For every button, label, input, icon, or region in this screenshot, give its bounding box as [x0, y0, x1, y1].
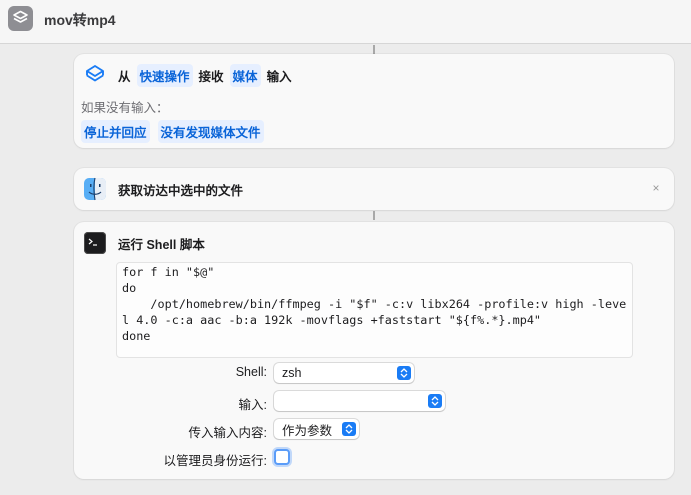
pass-input-label: 传入输入内容:: [188, 426, 267, 440]
run-as-admin-checkbox[interactable]: [274, 449, 290, 465]
shortcuts-layers-icon: [83, 63, 107, 87]
close-icon[interactable]: ×: [650, 182, 662, 194]
shortcuts-app-icon: [8, 6, 33, 31]
shell-value: zsh: [282, 366, 302, 380]
connector-line: [373, 45, 375, 54]
window-title: mov转mp4: [44, 12, 116, 28]
get-finder-files-label: 获取访达中选中的文件: [118, 183, 244, 198]
stop-respond-token[interactable]: 停止并回应: [81, 119, 150, 143]
no-media-message-token[interactable]: 没有发现媒体文件: [157, 119, 264, 143]
run-as-admin-label: 以管理员身份运行:: [163, 454, 267, 468]
chevron-updown-icon: [428, 394, 442, 408]
script-editor[interactable]: for f in "$@" do /opt/homebrew/bin/ffmpe…: [116, 262, 633, 358]
chevron-updown-icon: [397, 366, 411, 380]
type-token[interactable]: 媒体: [229, 63, 261, 87]
terminal-icon: [84, 232, 106, 254]
run-shell-script-label: 运行 Shell 脚本: [118, 237, 205, 252]
chevron-updown-icon: [342, 422, 356, 436]
connector-line: [373, 211, 375, 220]
title-bar: mov转mp4: [0, 0, 691, 44]
action-card-get-finder-files[interactable]: 获取访达中选中的文件 ×: [74, 168, 674, 210]
if-no-input-label: 如果没有输入：: [81, 100, 169, 115]
input-select[interactable]: [274, 391, 445, 411]
from-label: 从: [118, 69, 131, 84]
input-label: 输入:: [238, 398, 267, 412]
shell-select[interactable]: zsh: [274, 363, 414, 383]
receive-label: 接收: [198, 69, 224, 84]
action-card-receive-input[interactable]: 从 快速操作 接收 媒体 输入 如果没有输入： 停止并回应 没有发现媒体文件: [74, 54, 674, 148]
pass-input-select[interactable]: 作为参数: [274, 419, 359, 439]
source-token[interactable]: 快速操作: [136, 63, 193, 87]
pass-input-value: 作为参数: [282, 423, 333, 438]
shell-label: Shell:: [235, 365, 267, 379]
finder-icon: [83, 177, 107, 201]
workflow-canvas: 从 快速操作 接收 媒体 输入 如果没有输入： 停止并回应 没有发现媒体文件 获…: [0, 45, 691, 495]
input-label: 输入: [266, 69, 292, 84]
